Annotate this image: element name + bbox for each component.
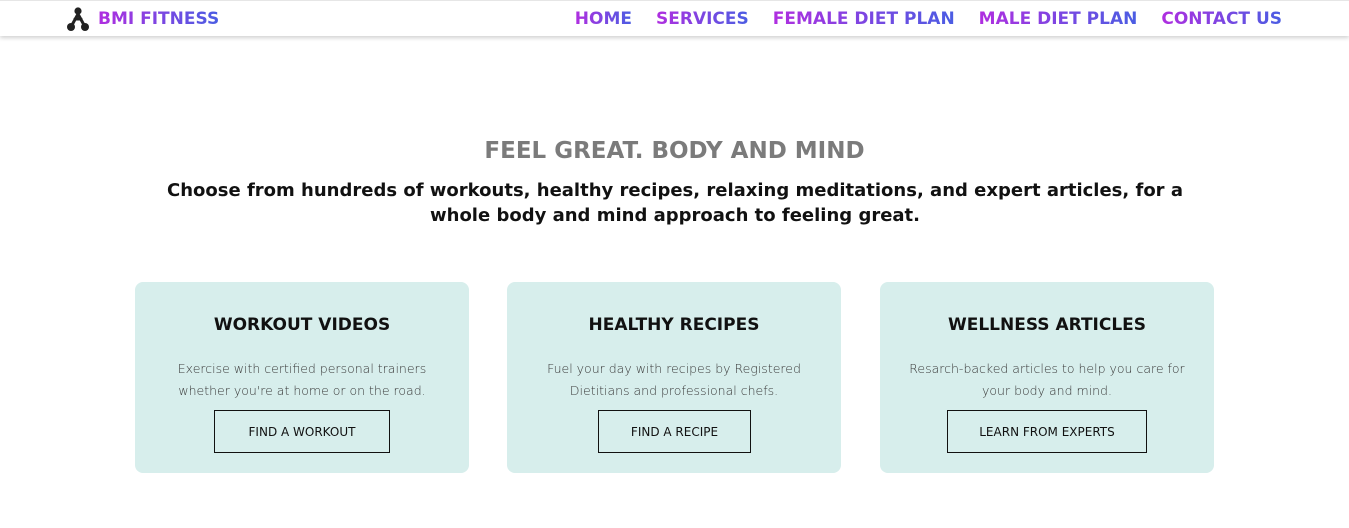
- find-workout-button[interactable]: FIND A WORKOUT: [214, 410, 390, 453]
- card-wellness-articles: WELLNESS ARTICLES Resarch-backed article…: [880, 282, 1214, 473]
- card-description: Fuel your day with recipes by Registered…: [547, 361, 801, 398]
- card-title: WORKOUT VIDEOS: [213, 315, 391, 335]
- card-workout-videos: WORKOUT VIDEOS Exercise with certified p…: [135, 282, 469, 473]
- card-title: HEALTHY RECIPES: [588, 315, 760, 335]
- card-healthy-recipes: HEALTHY RECIPES Fuel your day with recip…: [507, 282, 841, 473]
- card-description: Resarch-backed articles to help you care…: [909, 361, 1185, 398]
- card-description: Exercise with certified personal trainer…: [177, 361, 427, 398]
- brand-name: BMI FITNESS: [98, 9, 220, 29]
- barbell-figure-icon: [66, 6, 90, 32]
- navbar: BMI FITNESS HOME SERVICES FEMALE DIET PL…: [0, 0, 1349, 36]
- hero-subtitle: Choose from hundreds of workouts, health…: [167, 180, 1183, 226]
- card-title: WELLNESS ARTICLES: [947, 315, 1147, 335]
- nav-links: HOME SERVICES FEMALE DIET PLAN MALE DIET…: [551, 1, 1282, 37]
- nav-link-services[interactable]: SERVICES: [656, 9, 749, 29]
- learn-from-experts-button[interactable]: LEARN FROM EXPERTS: [947, 410, 1147, 453]
- brand-link[interactable]: BMI FITNESS: [66, 6, 219, 32]
- nav-link-contact-us[interactable]: CONTACT US: [1161, 9, 1282, 29]
- nav-link-female-diet-plan[interactable]: FEMALE DIET PLAN: [773, 9, 955, 29]
- nav-link-male-diet-plan[interactable]: MALE DIET PLAN: [979, 9, 1138, 29]
- hero-title: FEEL GREAT. BODY AND MIND: [484, 138, 865, 164]
- find-recipe-button[interactable]: FIND A RECIPE: [598, 410, 751, 453]
- nav-link-home[interactable]: HOME: [575, 9, 632, 29]
